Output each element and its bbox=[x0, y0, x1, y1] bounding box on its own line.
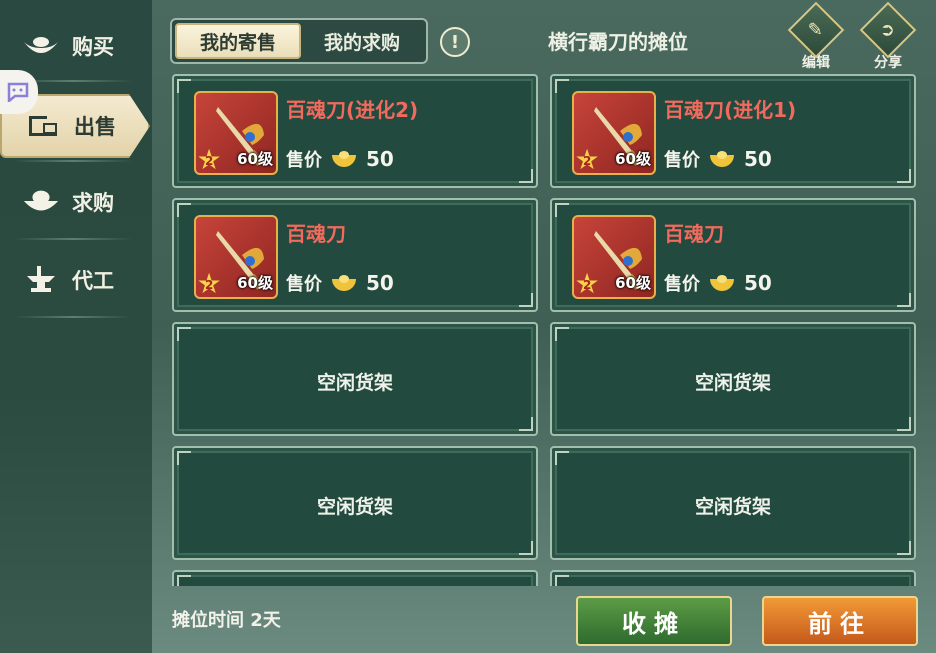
sidebar-item-label: 出售 bbox=[74, 115, 116, 139]
item-name: 百魂刀(进化1) bbox=[664, 98, 797, 122]
star-count: 2 bbox=[205, 154, 214, 168]
item-icon[interactable]: ★ 2 60级 bbox=[572, 91, 656, 175]
sidebar-item-buy[interactable]: 购买 bbox=[0, 14, 152, 78]
divider bbox=[14, 238, 132, 240]
empty-shelf-slot[interactable] bbox=[172, 570, 538, 586]
price-label: 售价 bbox=[664, 274, 700, 295]
empty-slot-label: 空闲货架 bbox=[694, 372, 771, 394]
star-count: 2 bbox=[583, 278, 592, 292]
chat-bubble-icon[interactable] bbox=[0, 70, 38, 114]
ingot-icon bbox=[22, 31, 60, 61]
stall-icon bbox=[24, 111, 62, 141]
divider bbox=[14, 316, 132, 318]
anvil-icon bbox=[22, 265, 60, 295]
item-name: 百魂刀 bbox=[664, 222, 724, 246]
item-level: 60级 bbox=[615, 150, 651, 168]
price-value: 50 bbox=[744, 147, 772, 171]
item-name: 百魂刀(进化2) bbox=[286, 98, 419, 122]
stall-time: 摊位时间 2天 bbox=[172, 610, 281, 631]
sidebar-item-label: 购买 bbox=[72, 35, 114, 59]
edit-button[interactable]: ✎ 编辑 bbox=[786, 1, 846, 72]
shelf-slot[interactable]: ★ 2 60级 百魂刀 售价 50 bbox=[550, 198, 916, 312]
divider bbox=[14, 160, 132, 162]
close-stall-button[interactable]: 收摊 bbox=[576, 596, 732, 646]
price-label: 售价 bbox=[286, 274, 322, 295]
sidebar-item-craft[interactable]: 代工 bbox=[0, 248, 152, 312]
item-level: 60级 bbox=[615, 274, 651, 292]
gold-ingot-icon bbox=[710, 151, 734, 167]
price-row: 售价 50 bbox=[286, 270, 394, 296]
edit-icon: ✎ bbox=[787, 1, 845, 59]
empty-slot-label: 空闲货架 bbox=[694, 496, 771, 518]
shelf-slot[interactable]: ★ 2 60级 百魂刀(进化2) 售价 50 bbox=[172, 74, 538, 188]
shelf-grid: ★ 2 60级 百魂刀(进化2) 售价 50 ★ 2 60级 百魂刀(进化1) … bbox=[172, 74, 916, 586]
star-count: 2 bbox=[205, 278, 214, 292]
sidebar-item-request[interactable]: 求购 bbox=[0, 170, 152, 234]
price-value: 50 bbox=[366, 271, 394, 295]
bowl-icon bbox=[22, 187, 60, 217]
empty-slot-label: 空闲货架 bbox=[316, 372, 393, 394]
page-title: 横行霸刀的摊位 bbox=[548, 30, 688, 54]
sidebar-item-label: 代工 bbox=[72, 269, 114, 293]
item-level: 60级 bbox=[237, 150, 273, 168]
item-level: 60级 bbox=[237, 274, 273, 292]
sidebar-item-label: 求购 bbox=[72, 191, 114, 215]
price-row: 售价 50 bbox=[286, 146, 394, 172]
gold-ingot-icon bbox=[332, 275, 356, 291]
price-row: 售价 50 bbox=[664, 146, 772, 172]
empty-shelf-slot[interactable] bbox=[550, 570, 916, 586]
price-label: 售价 bbox=[664, 150, 700, 171]
item-icon[interactable]: ★ 2 60级 bbox=[194, 91, 278, 175]
empty-shelf-slot[interactable]: 空闲货架 bbox=[550, 446, 916, 560]
star-count: 2 bbox=[583, 154, 592, 168]
share-button[interactable]: ➲ 分享 bbox=[858, 1, 918, 72]
price-value: 50 bbox=[744, 271, 772, 295]
item-name: 百魂刀 bbox=[286, 222, 346, 246]
stall-panel: 我的寄售 我的求购 ! 横行霸刀的摊位 ✎ 编辑 ➲ 分享 ★ 2 60级 百魂 bbox=[152, 0, 936, 653]
empty-shelf-slot[interactable]: 空闲货架 bbox=[172, 446, 538, 560]
tab-my-consignment[interactable]: 我的寄售 bbox=[175, 23, 301, 59]
info-icon[interactable]: ! bbox=[440, 27, 470, 57]
price-row: 售价 50 bbox=[664, 270, 772, 296]
gold-ingot-icon bbox=[710, 275, 734, 291]
go-button[interactable]: 前往 bbox=[762, 596, 918, 646]
shelf-slot[interactable]: ★ 2 60级 百魂刀(进化1) 售价 50 bbox=[550, 74, 916, 188]
price-value: 50 bbox=[366, 147, 394, 171]
empty-slot-label: 空闲货架 bbox=[316, 496, 393, 518]
empty-shelf-slot[interactable]: 空闲货架 bbox=[172, 322, 538, 436]
item-icon[interactable]: ★ 2 60级 bbox=[572, 215, 656, 299]
share-icon: ➲ bbox=[859, 1, 917, 59]
tab-my-requests[interactable]: 我的求购 bbox=[301, 23, 423, 59]
empty-shelf-slot[interactable]: 空闲货架 bbox=[550, 322, 916, 436]
shelf-slot[interactable]: ★ 2 60级 百魂刀 售价 50 bbox=[172, 198, 538, 312]
gold-ingot-icon bbox=[332, 151, 356, 167]
price-label: 售价 bbox=[286, 150, 322, 171]
item-icon[interactable]: ★ 2 60级 bbox=[194, 215, 278, 299]
tab-bar: 我的寄售 我的求购 bbox=[170, 18, 428, 64]
